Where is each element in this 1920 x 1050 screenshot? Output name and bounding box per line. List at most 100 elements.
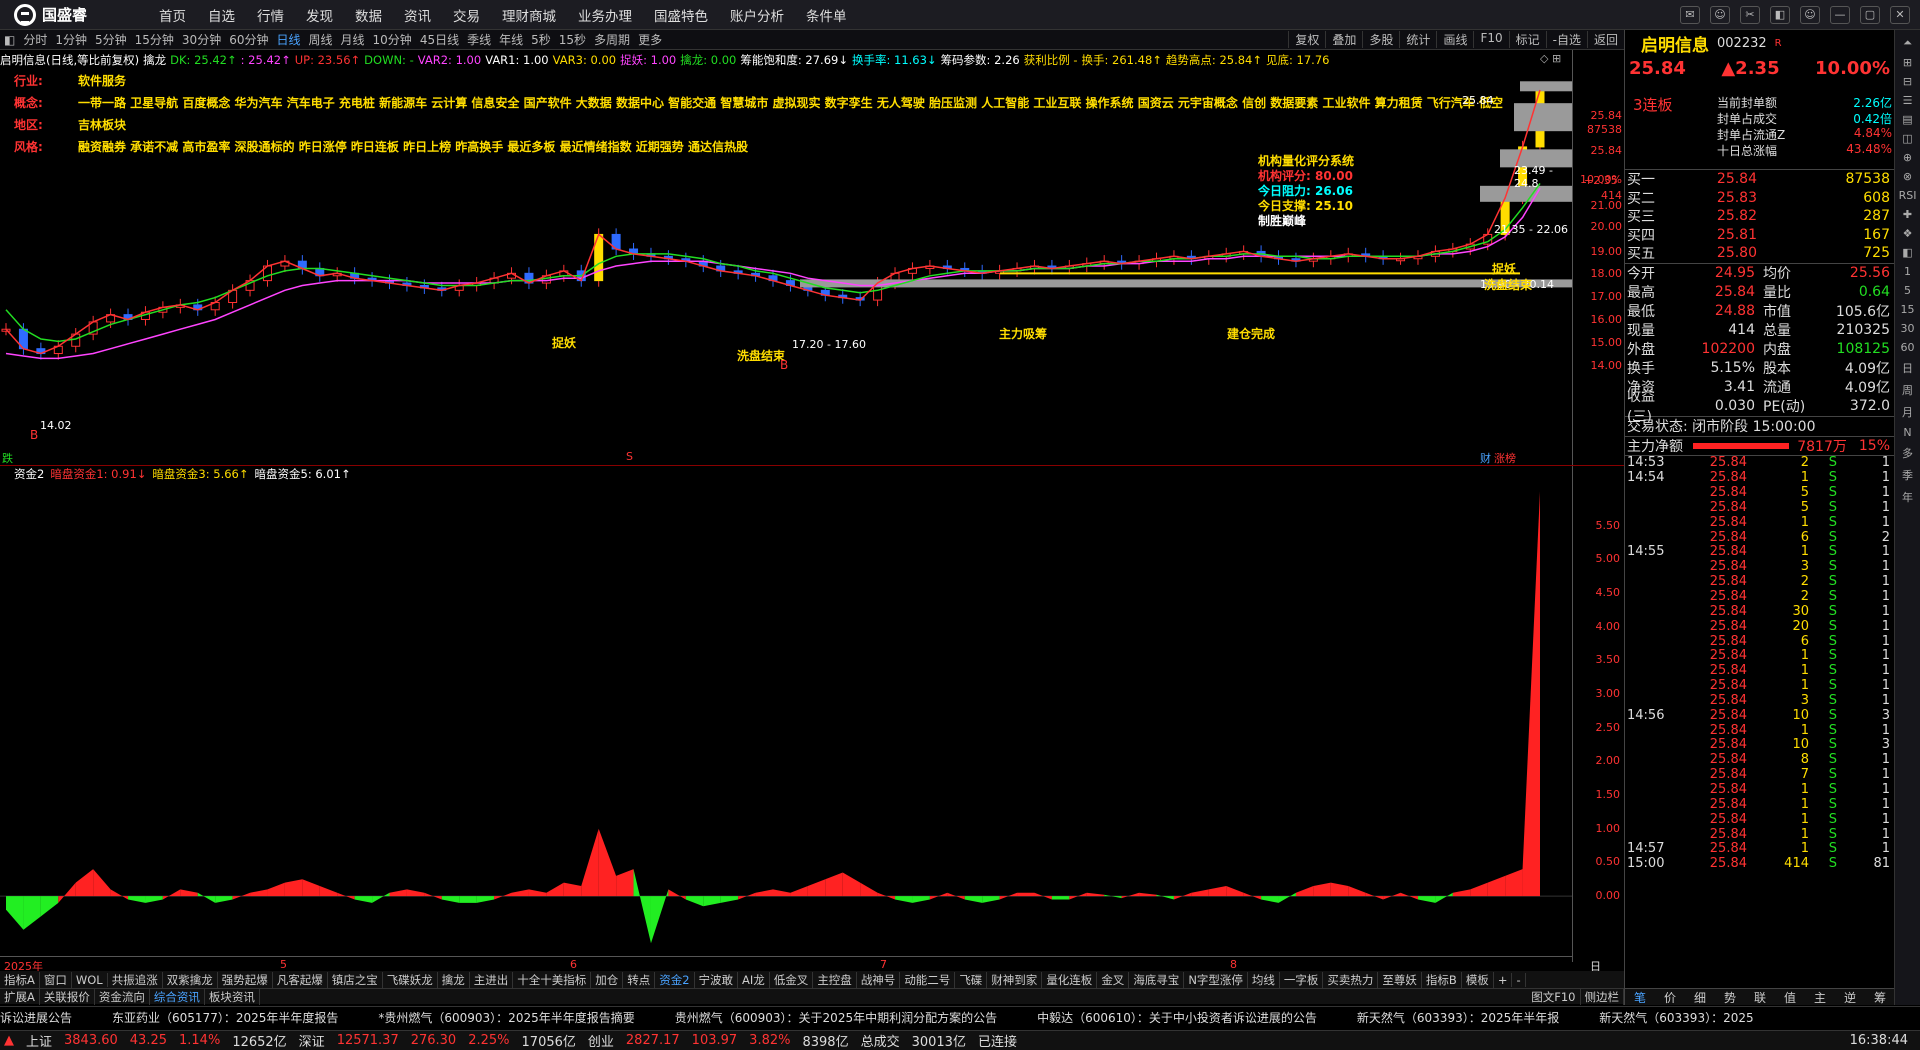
indicator-tab-10[interactable]: 主进出 bbox=[470, 971, 514, 988]
indicator-tab-31[interactable]: 指标B bbox=[1422, 971, 1462, 988]
period-tab-14[interactable]: 15秒 bbox=[555, 31, 590, 48]
period-tab-10[interactable]: 45日线 bbox=[416, 31, 463, 48]
rail-tool-icon[interactable]: ⏶ bbox=[1903, 36, 1912, 50]
menu-item-6[interactable]: 交易 bbox=[442, 5, 491, 25]
indicator-tab-22[interactable]: 财神到家 bbox=[987, 971, 1043, 988]
info-tab-4[interactable]: 板块资讯 bbox=[205, 988, 260, 1005]
quote-tab-6[interactable]: 主 bbox=[1805, 989, 1835, 1005]
period-tab-16[interactable]: 更多 bbox=[634, 31, 666, 48]
period-tab-3[interactable]: 15分钟 bbox=[131, 31, 178, 48]
menu-item-2[interactable]: 行情 bbox=[246, 5, 295, 25]
news-item[interactable]: 新天然气（603393）：2025 bbox=[1599, 1009, 1753, 1026]
indicator-tab-6[interactable]: 凡客起爆 bbox=[273, 971, 328, 988]
rail-tool-icon[interactable]: ❖ bbox=[1903, 227, 1913, 240]
indicator-tab-24[interactable]: 金叉 bbox=[1097, 971, 1130, 988]
minimize-icon[interactable]: — bbox=[1830, 5, 1850, 24]
rail-tool-icon[interactable]: 季 bbox=[1902, 467, 1913, 483]
rail-tool-icon[interactable]: 5 bbox=[1904, 284, 1911, 297]
finance-mark[interactable]: 财 bbox=[1480, 450, 1491, 466]
rail-tool-icon[interactable]: ⊕ bbox=[1903, 151, 1912, 164]
indicator-tab-7[interactable]: 镇店之宝 bbox=[328, 971, 383, 988]
menu-item-0[interactable]: 首页 bbox=[148, 5, 197, 25]
indicator-tab-1[interactable]: 窗口 bbox=[40, 971, 72, 988]
quote-tab-0[interactable]: 笔 bbox=[1625, 989, 1655, 1005]
indicator-tab-13[interactable]: 转点 bbox=[623, 971, 656, 988]
menu-item-7[interactable]: 理财商城 bbox=[491, 5, 567, 25]
rail-tool-icon[interactable]: 月 bbox=[1902, 404, 1913, 420]
period-tab-11[interactable]: 季线 bbox=[463, 31, 495, 48]
rail-tool-icon[interactable]: 周 bbox=[1902, 382, 1913, 398]
menu-item-8[interactable]: 业务办理 bbox=[567, 5, 643, 25]
book-row[interactable]: 买三 25.82 287 bbox=[1625, 207, 1894, 226]
chart-tool-8[interactable]: 返回 bbox=[1586, 31, 1624, 48]
indicator-tab-18[interactable]: 主控盘 bbox=[813, 971, 857, 988]
quote-tab-8[interactable]: 筹 bbox=[1865, 989, 1895, 1005]
news-item[interactable]: *贵州燃气（600903）：2025年半年度报告摘要 bbox=[378, 1009, 634, 1026]
indicator-tab-32[interactable]: 模板 bbox=[1462, 971, 1494, 988]
chart-tool-6[interactable]: 标记 bbox=[1508, 31, 1546, 48]
chart-tool-1[interactable]: 叠加 bbox=[1325, 31, 1362, 48]
user-icon[interactable]: ☺ bbox=[1800, 5, 1820, 24]
tools-icon[interactable]: ✂ bbox=[1740, 5, 1760, 24]
menu-item-1[interactable]: 自选 bbox=[197, 5, 246, 25]
rail-tool-icon[interactable]: ▤ bbox=[1902, 113, 1912, 126]
chart-tool-0[interactable]: 复权 bbox=[1288, 31, 1325, 48]
rail-tool-icon[interactable]: ⊟ bbox=[1903, 75, 1912, 88]
info-tab-2[interactable]: 资金流向 bbox=[95, 988, 150, 1005]
side-tab-1[interactable]: 侧边栏 bbox=[1581, 988, 1624, 1005]
rail-tool-icon[interactable]: ☰ bbox=[1903, 94, 1913, 107]
indicator-tab-5[interactable]: 强势起爆 bbox=[218, 971, 273, 988]
indicator-tab-17[interactable]: 低金叉 bbox=[770, 971, 814, 988]
period-tab-8[interactable]: 月线 bbox=[337, 31, 369, 48]
indicator-tab-8[interactable]: 飞碟妖龙 bbox=[383, 971, 438, 988]
tick-list[interactable]: 14:53 25.84 2 S 1 14:54 25.84 1 S 1 25.84 5 S 1 25.84 5… bbox=[1625, 455, 1894, 871]
indicator-tab-21[interactable]: 飞碟 bbox=[955, 971, 988, 988]
news-item[interactable]: 贵州燃气（600903）：关于2025年中期利润分配方案的公告 bbox=[675, 1009, 997, 1026]
chart-tool-2[interactable]: 多股 bbox=[1362, 31, 1399, 48]
indicator-tab-27[interactable]: 均线 bbox=[1248, 971, 1280, 988]
chart-tool-4[interactable]: 画线 bbox=[1436, 31, 1473, 48]
quote-tab-3[interactable]: 势 bbox=[1715, 989, 1745, 1005]
maximize-icon[interactable]: ▢ bbox=[1860, 5, 1880, 24]
skin-icon[interactable]: ◧ bbox=[1770, 5, 1790, 24]
menu-item-4[interactable]: 数据 bbox=[344, 5, 393, 25]
indicator-tab-25[interactable]: 海底寻宝 bbox=[1129, 971, 1185, 988]
info-tab-0[interactable]: 扩展A bbox=[0, 988, 40, 1005]
indicator-tab-15[interactable]: 宁波敢 bbox=[695, 971, 739, 988]
fund-flow-chart[interactable] bbox=[0, 482, 1572, 950]
book-row[interactable]: 买四 25.81 167 bbox=[1625, 226, 1894, 245]
indicator-tab-0[interactable]: 指标A bbox=[0, 971, 40, 988]
rail-tool-icon[interactable]: N bbox=[1903, 426, 1911, 439]
book-row[interactable]: 买五 25.80 725 bbox=[1625, 244, 1894, 263]
indicator-tab-19[interactable]: 战神号 bbox=[857, 971, 901, 988]
period-tab-13[interactable]: 5秒 bbox=[527, 31, 555, 48]
period-tab-1[interactable]: 1分钟 bbox=[51, 31, 91, 48]
indicator-tab-20[interactable]: 动能二号 bbox=[900, 971, 956, 988]
indicator-tab-28[interactable]: 一字板 bbox=[1280, 971, 1324, 988]
chat-icon[interactable]: ☺ bbox=[1710, 5, 1730, 24]
app-logo[interactable]: 国盛睿 bbox=[0, 3, 148, 26]
period-tab-2[interactable]: 5分钟 bbox=[91, 31, 131, 48]
indicator-tab-4[interactable]: 双紫擒龙 bbox=[163, 971, 218, 988]
close-icon[interactable]: ✕ bbox=[1890, 5, 1910, 24]
info-tab-3[interactable]: 综合资讯 bbox=[150, 988, 205, 1005]
chart-tool-3[interactable]: 统计 bbox=[1399, 31, 1436, 48]
rail-tool-icon[interactable]: 多 bbox=[1902, 445, 1913, 461]
panel-toggle-icon[interactable]: ◧ bbox=[0, 33, 19, 47]
message-icon[interactable]: ✉ bbox=[1680, 5, 1700, 24]
indicator-tab-23[interactable]: 量化连板 bbox=[1042, 971, 1098, 988]
rail-tool-icon[interactable]: 30 bbox=[1901, 322, 1915, 335]
period-tab-5[interactable]: 60分钟 bbox=[225, 31, 272, 48]
indicator-tab-34[interactable]: - bbox=[1512, 972, 1526, 987]
period-tab-4[interactable]: 30分钟 bbox=[178, 31, 225, 48]
rail-tool-icon[interactable]: ✚ bbox=[1903, 208, 1912, 221]
quote-tab-1[interactable]: 价 bbox=[1655, 989, 1685, 1005]
rail-tool-icon[interactable]: ◫ bbox=[1902, 132, 1912, 145]
indicator-tab-2[interactable]: WOL bbox=[72, 972, 108, 987]
chart-tool-5[interactable]: F10 bbox=[1473, 31, 1508, 48]
news-item[interactable]: 东亚药业（605177）：2025年半年度报告 bbox=[112, 1009, 338, 1026]
indicator-tab-11[interactable]: 十全十美指标 bbox=[513, 971, 592, 988]
menu-item-10[interactable]: 账户分析 bbox=[719, 5, 795, 25]
period-tab-15[interactable]: 多周期 bbox=[590, 31, 634, 48]
rail-tool-icon[interactable]: 60 bbox=[1901, 341, 1915, 354]
